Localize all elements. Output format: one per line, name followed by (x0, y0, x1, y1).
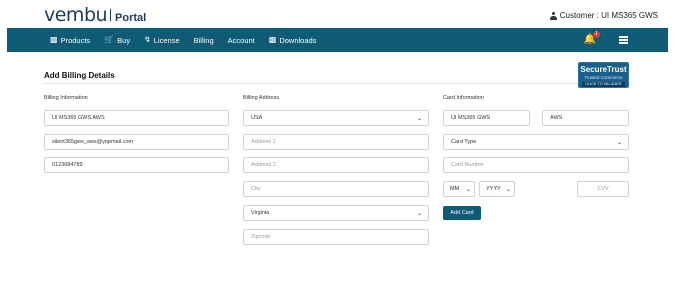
billing-phone-field[interactable]: 0123684789 (44, 157, 229, 173)
notification-bell[interactable]: 🔔 1 (584, 31, 600, 45)
customer-menu[interactable]: Customer : UI MS365 GWS (549, 11, 658, 20)
nav-item-products[interactable]: ▩ Products (50, 36, 90, 45)
cart-icon: 🛒 (104, 35, 115, 44)
card-information-label: Card Information (443, 95, 484, 101)
user-icon (549, 11, 557, 20)
page-title: Add Billing Details (44, 71, 115, 80)
card-first-name-field[interactable]: UI MS365 GWS (443, 110, 530, 126)
nav-item-label: Downloads (279, 35, 317, 45)
state-value: Virginia (251, 210, 270, 216)
card-last-name-field[interactable]: AWS (542, 110, 629, 126)
logo-separator (110, 9, 112, 21)
trust-badge-title: SecureTrust (580, 65, 627, 74)
billing-information-label: Billing Information (44, 95, 88, 101)
zipcode-input[interactable]: Zipcode (243, 229, 429, 245)
cubes-icon: ▩ (268, 35, 277, 44)
chevron-down-icon: ⌄ (416, 211, 422, 217)
country-value: USA (251, 115, 263, 121)
trust-badge-subtitle: Trusted Commerce (584, 75, 623, 80)
billing-email-field[interactable]: silent365gws_aws@yopmail.com (44, 134, 229, 150)
nav-item-label: Products (60, 35, 91, 45)
cvv-input[interactable]: CVV (577, 181, 629, 197)
nav-item-label: Billing (193, 35, 214, 45)
nav-item-label: Account (227, 35, 255, 45)
top-header: vembu Portal Customer : UI MS365 GWS (0, 0, 682, 28)
card-number-input[interactable]: Card Number (443, 157, 629, 173)
address2-input[interactable]: Address 2 (243, 157, 429, 173)
month-select[interactable]: MM ⌄ (443, 181, 475, 197)
billing-name-field[interactable]: UI MS365 GWS AWS (44, 110, 229, 126)
year-value: YYYY (486, 186, 501, 192)
city-input[interactable]: City (243, 181, 429, 197)
hamburger-menu-icon[interactable] (619, 36, 628, 44)
logo-wordmark: vembu (44, 4, 108, 26)
chevron-down-icon: ⌄ (465, 187, 471, 193)
title-divider (44, 83, 630, 84)
chevron-down-icon: ⌄ (616, 140, 622, 146)
card-type-value: Card Type (451, 139, 477, 145)
chevron-down-icon: ⌄ (416, 116, 422, 122)
state-select[interactable]: Virginia ⌄ (243, 205, 429, 221)
trust-badge-validate: CLICK TO VALIDATE (582, 82, 625, 87)
address1-input[interactable]: Address 1 (243, 134, 429, 150)
nav-item-account[interactable]: Account (228, 36, 255, 45)
month-value: MM (450, 186, 460, 192)
nav-item-label: Buy (117, 35, 131, 45)
add-card-button[interactable]: Add Card (443, 206, 481, 220)
nav-item-billing[interactable]: Billing (194, 36, 214, 45)
key-icon: ↯ (144, 35, 151, 44)
nav-item-label: License (153, 35, 180, 45)
cubes-icon: ▩ (50, 35, 58, 44)
nav-item-license[interactable]: ↯ License (144, 36, 180, 45)
customer-label: Customer : UI MS365 GWS (559, 11, 658, 20)
nav-item-downloads[interactable]: ▩ Downloads (269, 36, 317, 45)
main-navbar: ▩ Products 🛒 Buy ↯ License Billing Accou… (7, 28, 668, 52)
country-select[interactable]: USA ⌄ (243, 110, 429, 126)
nav-item-buy[interactable]: 🛒 Buy (104, 36, 130, 45)
securetrust-badge[interactable]: SecureTrust Trusted Commerce CLICK TO VA… (578, 62, 629, 88)
logo-portal-label: Portal (115, 12, 147, 24)
card-type-select[interactable]: Card Type ⌄ (443, 134, 629, 150)
year-select[interactable]: YYYY ⌄ (479, 181, 515, 197)
chevron-down-icon: ⌄ (505, 187, 511, 193)
notification-badge: 1 (593, 31, 600, 38)
billing-address-label: Billing Address (243, 95, 280, 101)
vembu-logo[interactable]: vembu Portal (44, 4, 146, 26)
